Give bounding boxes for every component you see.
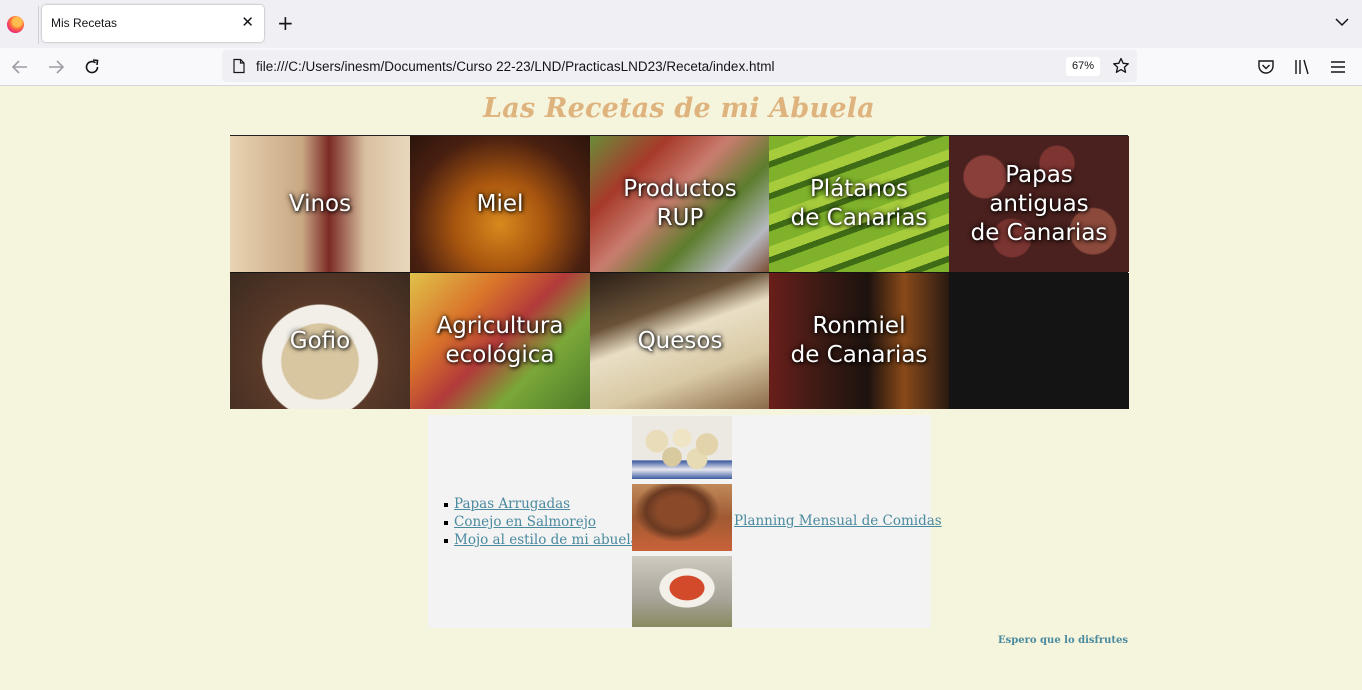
tab-title: Mis Recetas — [51, 16, 118, 30]
new-tab-button[interactable]: + — [277, 12, 294, 34]
list-item: Papas Arrugadas — [444, 495, 639, 513]
category-agricultura-ecologica[interactable]: Agricultura ecológica — [410, 273, 590, 409]
tab-bar: Mis Recetas ✕ + — [0, 0, 1362, 48]
forward-arrow-icon[interactable] — [46, 57, 66, 77]
bookmark-star-icon[interactable] — [1111, 56, 1131, 76]
page-title: Las Recetas de mi Abuela — [483, 93, 875, 124]
library-icon[interactable] — [1292, 57, 1312, 77]
category-empty — [949, 273, 1129, 409]
list-item: Conejo en Salmorejo — [444, 513, 639, 531]
category-platanos[interactable]: Plátanos de Canarias — [769, 136, 949, 272]
category-ronmiel[interactable]: Ronmiel de Canarias — [769, 273, 949, 409]
planning-mensual-link[interactable]: Planning Mensual de Comidas — [734, 513, 942, 529]
papas-arrugadas-image — [632, 416, 732, 479]
url-text[interactable]: file:///C:/Users/inesm/Documents/Curso 2… — [256, 59, 774, 74]
planning-link-wrapper: Planning Mensual de Comidas — [734, 513, 942, 529]
firefox-logo-icon — [7, 16, 24, 33]
category-label: Plátanos de Canarias — [790, 176, 928, 231]
footer-note: Espero que lo disfrutes — [998, 635, 1128, 646]
recipe-list: Papas Arrugadas Conejo en Salmorejo Mojo… — [444, 495, 639, 549]
recipe-link-papas-arrugadas[interactable]: Papas Arrugadas — [454, 496, 570, 512]
category-label: Ronmiel de Canarias — [790, 313, 928, 368]
category-label: Gofio — [289, 327, 351, 354]
category-gofio[interactable]: Gofio — [230, 273, 410, 409]
zoom-level-badge[interactable]: 67% — [1066, 57, 1101, 76]
recipe-link-mojo[interactable]: Mojo al estilo de mi abuela — [454, 532, 639, 548]
page-icon — [233, 58, 245, 74]
address-bar[interactable]: file:///C:/Users/inesm/Documents/Curso 2… — [222, 50, 1137, 82]
mojo-image — [632, 556, 732, 627]
category-productos-rup[interactable]: Productos RUP — [590, 136, 770, 272]
category-label: Miel — [476, 190, 524, 217]
category-grid: Vinos Miel Productos RUP Plátanos de Can… — [230, 135, 1129, 409]
category-label: Papas antiguas de Canarias — [970, 161, 1108, 246]
menu-icon[interactable] — [1328, 57, 1348, 77]
close-tab-icon[interactable]: ✕ — [241, 14, 254, 30]
pocket-icon[interactable] — [1256, 57, 1276, 77]
tab-separator — [38, 6, 39, 44]
list-item: Mojo al estilo de mi abuela — [444, 531, 639, 549]
back-arrow-icon[interactable] — [10, 57, 30, 77]
tab-mis-recetas[interactable]: Mis Recetas ✕ — [42, 5, 264, 42]
navigation-bar: file:///C:/Users/inesm/Documents/Curso 2… — [0, 48, 1362, 86]
category-quesos[interactable]: Quesos — [590, 273, 770, 409]
chevron-down-icon[interactable] — [1334, 14, 1350, 30]
reload-icon[interactable] — [82, 57, 102, 77]
category-label: Productos RUP — [623, 176, 737, 231]
category-label: Vinos — [288, 190, 352, 217]
category-label: Quesos — [637, 327, 723, 354]
category-papas-antiguas[interactable]: Papas antiguas de Canarias — [949, 136, 1129, 272]
category-miel[interactable]: Miel — [410, 136, 590, 272]
conejo-salmorejo-image — [632, 484, 732, 551]
category-label: Agricultura ecológica — [436, 313, 564, 368]
recipes-section: Papas Arrugadas Conejo en Salmorejo Mojo… — [428, 415, 942, 628]
page-content: Las Recetas de mi Abuela Vinos Miel Prod… — [0, 87, 1362, 690]
category-vinos[interactable]: Vinos — [230, 136, 410, 272]
recipe-link-conejo-salmorejo[interactable]: Conejo en Salmorejo — [454, 514, 596, 530]
